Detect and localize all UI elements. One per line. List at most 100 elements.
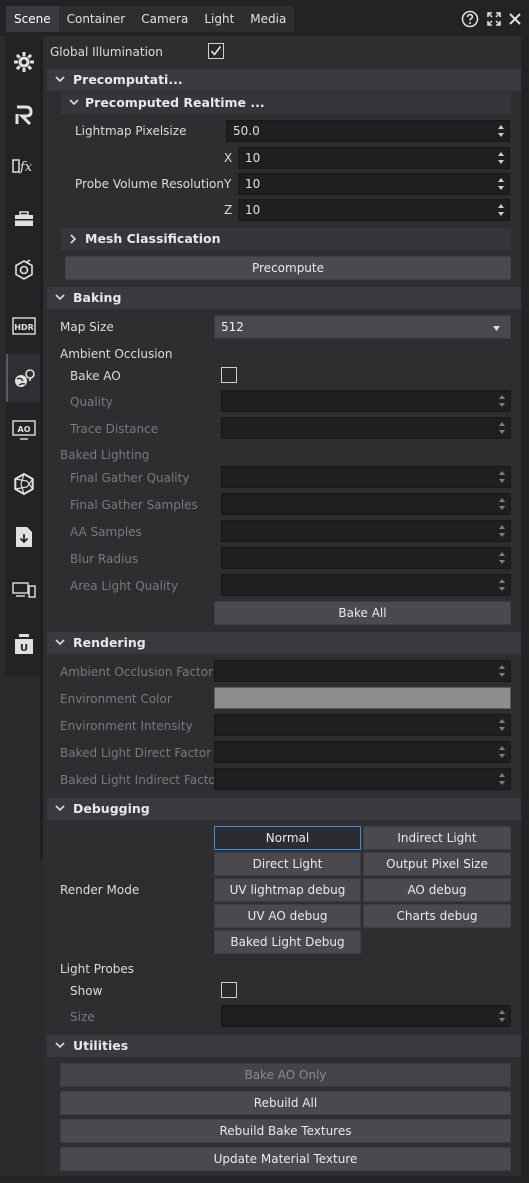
r-icon[interactable]: [6, 91, 42, 139]
render-mode-charts-debug[interactable]: Charts debug: [363, 904, 511, 928]
render-mode-direct-light[interactable]: Direct Light: [214, 852, 361, 876]
precompute-button[interactable]: Precompute: [65, 256, 511, 280]
bake-ao-checkbox[interactable]: [221, 367, 237, 383]
final-gather-quality-input[interactable]: [221, 466, 511, 488]
help-icon[interactable]: [461, 10, 479, 28]
ao-factor-input[interactable]: [214, 660, 511, 682]
close-icon[interactable]: [509, 13, 521, 25]
quality-input[interactable]: [221, 390, 511, 412]
maximize-icon[interactable]: [487, 12, 501, 26]
tab-camera[interactable]: Camera: [133, 6, 196, 32]
render-mode-baked-light-debug[interactable]: Baked Light Debug: [214, 930, 361, 954]
ao-icon[interactable]: AO: [6, 406, 42, 454]
spinner-icon[interactable]: [498, 550, 506, 566]
section-baking[interactable]: Baking: [47, 287, 521, 309]
section-utilities[interactable]: Utilities: [47, 1035, 521, 1057]
ao-factor-label: Ambient Occlusion Factor: [60, 665, 214, 679]
blur-radius-input[interactable]: [221, 547, 511, 569]
render-mode-normal[interactable]: Normal: [214, 826, 361, 850]
rebuild-bake-textures-button[interactable]: Rebuild Bake Textures: [60, 1119, 511, 1143]
bake-ao-only-button[interactable]: Bake AO Only: [60, 1063, 511, 1087]
render-mode-indirect-light[interactable]: Indirect Light: [363, 826, 511, 850]
render-mode-uv-ao-debug[interactable]: UV AO debug: [214, 904, 361, 928]
probe-icon[interactable]: [6, 246, 42, 294]
global-illumination-icon[interactable]: [6, 354, 42, 402]
lightmap-pixelsize-input[interactable]: 50.0: [226, 120, 510, 142]
baked-light-direct-factor-input[interactable]: [214, 741, 511, 763]
probe-y-input[interactable]: 10: [238, 173, 510, 195]
spinner-icon[interactable]: [497, 150, 505, 166]
trace-distance-input[interactable]: [221, 417, 511, 439]
area-light-quality-input[interactable]: [221, 574, 511, 596]
final-gather-quality-label: Final Gather Quality: [70, 471, 190, 485]
quality-label: Quality: [70, 395, 113, 409]
section-precomputed-realtime[interactable]: Precomputed Realtime ...: [61, 92, 511, 114]
environment-intensity-input[interactable]: [214, 714, 511, 736]
section-title: Mesh Classification: [85, 231, 221, 246]
aa-samples-input[interactable]: [221, 520, 511, 542]
baked-light-indirect-factor-input[interactable]: [214, 768, 511, 790]
environment-color-swatch[interactable]: [214, 687, 511, 709]
rebuild-all-button[interactable]: Rebuild All: [60, 1091, 511, 1115]
x-label: X: [224, 151, 233, 165]
spinner-icon[interactable]: [498, 496, 506, 512]
section-precomputation[interactable]: Precomputati...: [47, 69, 521, 91]
chevron-right-icon: [70, 234, 77, 244]
toolbox-icon[interactable]: [6, 195, 42, 243]
aperture-icon[interactable]: [6, 460, 42, 508]
spinner-icon[interactable]: [497, 202, 505, 218]
render-mode-output-pixel-size[interactable]: Output Pixel Size: [363, 852, 511, 876]
render-mode-ao-debug[interactable]: AO debug: [363, 878, 511, 902]
spinner-icon[interactable]: [498, 577, 506, 593]
section-mesh-classification[interactable]: Mesh Classification: [61, 228, 511, 250]
u-box-icon[interactable]: U: [6, 620, 42, 668]
export-icon[interactable]: [6, 513, 42, 561]
chevron-down-icon: [55, 639, 65, 646]
z-label: Z: [224, 203, 233, 217]
update-material-texture-button[interactable]: Update Material Texture: [60, 1147, 511, 1171]
spinner-icon[interactable]: [498, 393, 506, 409]
svg-text:U: U: [20, 643, 28, 654]
global-illumination-checkbox[interactable]: [208, 43, 224, 59]
left-scrollbar[interactable]: [40, 40, 43, 860]
section-debugging[interactable]: Debugging: [47, 798, 521, 820]
devices-icon[interactable]: [6, 566, 42, 614]
spinner-icon[interactable]: [497, 123, 505, 139]
show-light-probes-checkbox[interactable]: [221, 982, 237, 998]
map-size-select[interactable]: 512: [214, 315, 511, 339]
gear-icon[interactable]: [6, 38, 42, 86]
bake-all-button[interactable]: Bake All: [214, 601, 511, 625]
chevron-down-icon: [55, 1042, 65, 1049]
spinner-icon[interactable]: [497, 176, 505, 192]
spinner-icon[interactable]: [498, 744, 506, 760]
spinner-icon[interactable]: [498, 1008, 506, 1024]
hdr-icon[interactable]: HDR: [6, 302, 42, 350]
lightmap-pixelsize-label: Lightmap Pixelsize: [75, 124, 187, 138]
spinner-icon[interactable]: [498, 663, 506, 679]
spinner-icon[interactable]: [498, 420, 506, 436]
final-gather-samples-input[interactable]: [221, 493, 511, 515]
show-label: Show: [70, 984, 103, 998]
area-light-quality-label: Area Light Quality: [70, 579, 179, 593]
tab-scene[interactable]: Scene: [6, 6, 59, 32]
section-title: Utilities: [73, 1038, 129, 1053]
environment-intensity-label: Environment Intensity: [60, 719, 193, 733]
fx-icon[interactable]: fx: [6, 142, 42, 190]
render-mode-uv-lightmap-debug[interactable]: UV lightmap debug: [214, 878, 361, 902]
map-size-label: Map Size: [60, 320, 114, 334]
probe-z-input[interactable]: 10: [238, 199, 510, 221]
tab-media[interactable]: Media: [242, 6, 294, 32]
section-title: Rendering: [73, 635, 146, 650]
spinner-icon[interactable]: [498, 523, 506, 539]
spinner-icon[interactable]: [498, 717, 506, 733]
tab-container[interactable]: Container: [59, 6, 134, 32]
final-gather-samples-label: Final Gather Samples: [70, 498, 198, 512]
spinner-icon[interactable]: [498, 469, 506, 485]
baked-lighting-label: Baked Lighting: [60, 448, 150, 462]
spinner-icon[interactable]: [498, 771, 506, 787]
aa-samples-label: AA Samples: [70, 525, 142, 539]
probe-x-input[interactable]: 10: [238, 147, 510, 169]
section-rendering[interactable]: Rendering: [47, 632, 521, 654]
probe-size-input[interactable]: [221, 1005, 511, 1027]
tab-light[interactable]: Light: [196, 6, 242, 32]
